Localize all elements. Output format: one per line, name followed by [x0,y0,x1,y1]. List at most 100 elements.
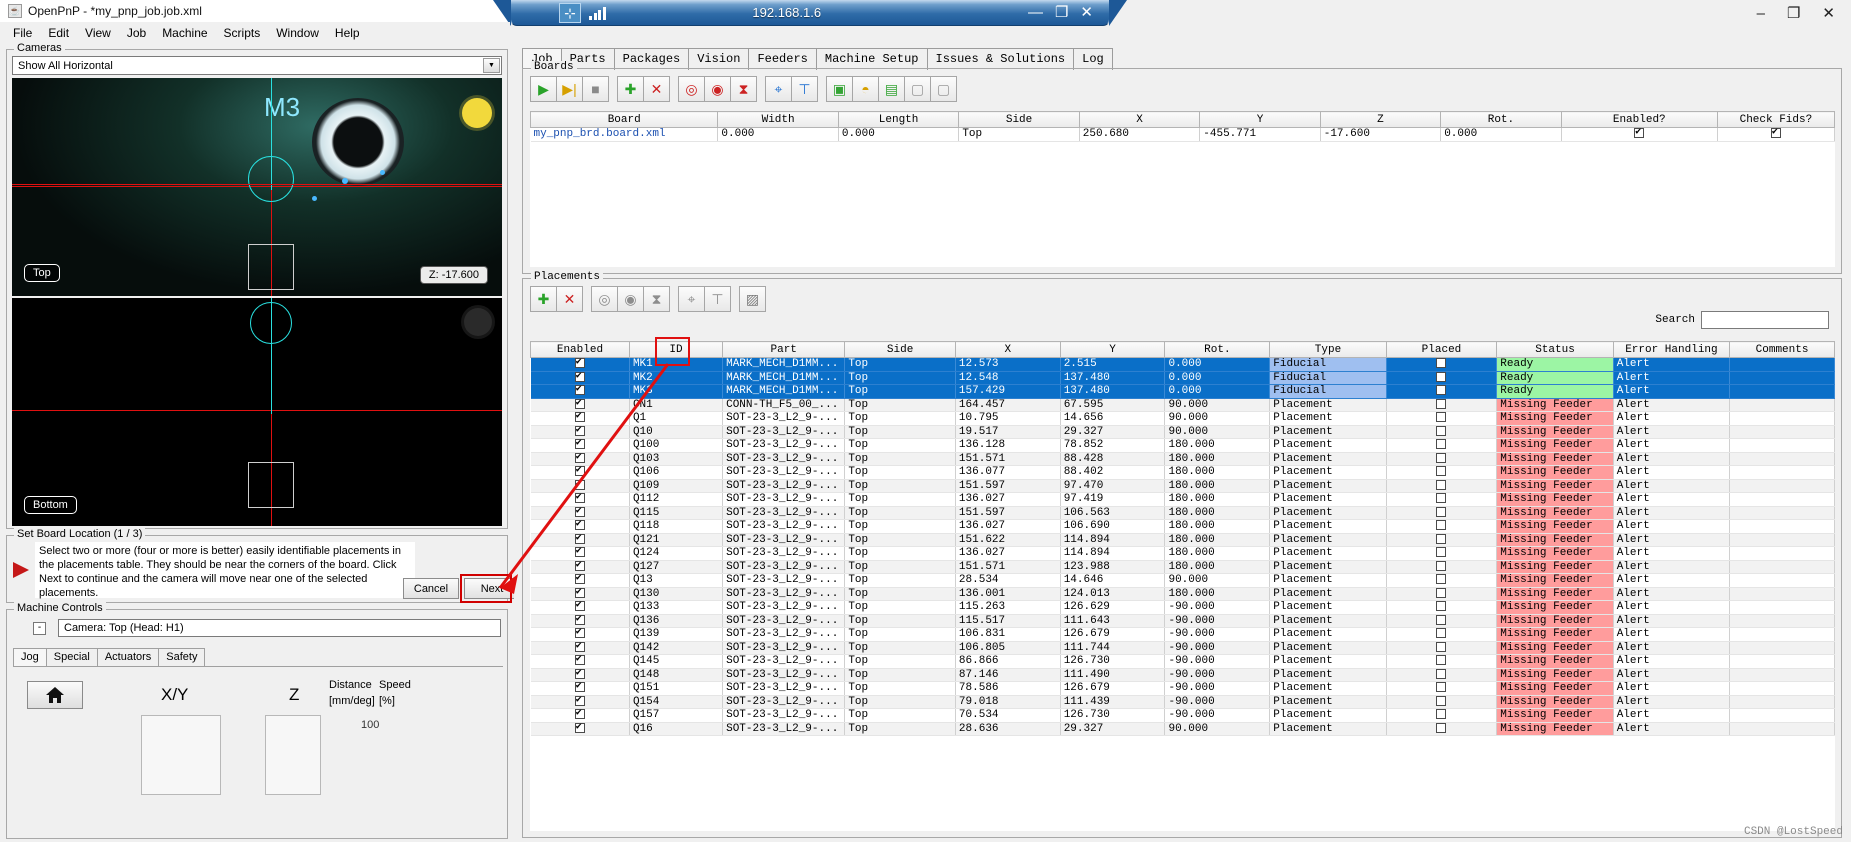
camera-view-selector[interactable]: Show All Horizontal ▼ [12,56,502,75]
placement-placed-checkbox[interactable] [1386,425,1498,439]
checkbox-unchecked-icon[interactable] [1436,722,1447,733]
placement-side-cell[interactable]: Top [844,384,956,399]
placement-part-cell[interactable]: SOT-23-3_L2_9-... [722,533,846,547]
placement-side-cell[interactable]: Top [844,519,956,534]
placement-id-cell[interactable]: Q145 [629,654,724,669]
column-header-id[interactable]: ID [628,341,724,358]
checkbox-checked-icon[interactable] [574,506,585,517]
tab-actuators[interactable]: Actuators [96,648,160,666]
placement-enabled-checkbox[interactable] [530,425,630,439]
placement-y-cell[interactable]: 2.515 [1060,357,1166,372]
placement-rot-cell[interactable]: 180.000 [1164,438,1271,453]
placement-id-cell[interactable]: Q109 [629,479,724,493]
checkbox-checked-icon[interactable] [574,547,585,558]
edit-placement-button[interactable]: ▨ [739,286,766,312]
checkbox-unchecked-icon[interactable] [1436,547,1447,558]
placement-enabled-checkbox[interactable] [530,452,630,466]
placement-side-cell[interactable]: Top [844,533,956,547]
placement-enabled-checkbox[interactable] [530,695,630,709]
placement-enabled-checkbox[interactable] [530,641,630,655]
placement-x-cell[interactable]: 164.457 [955,398,1061,412]
checkbox-unchecked-icon[interactable] [1436,533,1447,544]
table-row[interactable]: Q136SOT-23-3_L2_9-...Top115.517111.643-9… [530,614,1835,628]
checkbox-checked-icon[interactable] [574,533,585,544]
placement-enabled-checkbox[interactable] [530,546,630,561]
placement-placed-checkbox[interactable] [1386,614,1498,628]
placement-error-handling-cell[interactable]: Alert [1613,492,1731,507]
placement-id-cell[interactable]: Q136 [629,614,724,628]
board-name-cell[interactable]: my_pnp_brd.board.xml [530,127,719,142]
placement-error-handling-cell[interactable]: Alert [1613,357,1731,372]
board-length-cell[interactable]: 0.000 [838,127,960,142]
move-tool-to-placement-button[interactable]: ⊤ [704,286,731,312]
placement-rot-cell[interactable]: 180.000 [1164,546,1271,561]
placement-rot-cell[interactable]: -90.000 [1164,627,1271,642]
board-y-cell[interactable]: -455.771 [1199,127,1321,142]
placement-error-handling-cell[interactable]: Alert [1613,479,1731,493]
checkbox-checked-icon[interactable] [574,439,585,450]
tab-machine-setup[interactable]: Machine Setup [815,48,928,70]
placement-type-cell[interactable]: Placement [1269,479,1387,493]
table-row[interactable]: Q145SOT-23-3_L2_9-...Top86.866126.730-90… [530,654,1835,669]
placement-comment-cell[interactable] [1729,452,1835,466]
placement-placed-checkbox[interactable] [1386,371,1498,385]
table-row[interactable]: Q148SOT-23-3_L2_9-...Top87.146111.490-90… [530,668,1835,682]
capture-nozzle-location-button[interactable]: ⧗ [643,286,670,312]
placement-placed-checkbox[interactable] [1386,438,1498,453]
placement-rot-cell[interactable]: 180.000 [1164,533,1271,547]
checkbox-checked-icon[interactable] [574,587,585,598]
placement-part-cell[interactable]: SOT-23-3_L2_9-... [722,465,846,480]
placement-side-cell[interactable]: Top [844,573,956,588]
placement-placed-checkbox[interactable] [1386,519,1498,534]
column-header-comments[interactable]: Comments [1729,341,1835,358]
column-header-rot[interactable]: Rot. [1164,341,1271,358]
placement-rot-cell[interactable]: -90.000 [1164,614,1271,628]
placement-part-cell[interactable]: SOT-23-3_L2_9-... [722,695,846,709]
tab-feeders[interactable]: Feeders [748,48,817,70]
placement-y-cell[interactable]: 67.595 [1060,398,1166,412]
placement-x-cell[interactable]: 151.597 [955,506,1061,520]
placement-error-handling-cell[interactable]: Alert [1613,519,1731,534]
placement-type-cell[interactable]: Placement [1269,722,1387,736]
placement-part-cell[interactable]: SOT-23-3_L2_9-... [722,546,846,561]
placement-error-handling-cell[interactable]: Alert [1613,452,1731,466]
column-header-side[interactable]: Side [844,341,956,358]
column-header-y[interactable]: Y [1059,341,1166,358]
placement-rot-cell[interactable]: 90.000 [1164,573,1271,588]
placement-comment-cell[interactable] [1729,479,1835,493]
placement-id-cell[interactable]: Q127 [629,560,724,574]
placement-y-cell[interactable]: 111.744 [1060,641,1166,655]
placement-part-cell[interactable]: SOT-23-3_L2_9-... [722,492,846,507]
placement-side-cell[interactable]: Top [844,641,956,655]
placement-error-handling-cell[interactable]: Alert [1613,722,1731,736]
placement-enabled-checkbox[interactable] [530,681,630,696]
placement-comment-cell[interactable] [1729,560,1835,574]
panelize-fiducial-check-button[interactable]: ▢ [904,76,931,102]
placement-type-cell[interactable]: Fiducial [1269,357,1387,372]
checkbox-checked-icon[interactable] [574,668,585,679]
table-row[interactable]: Q130SOT-23-3_L2_9-...Top136.001124.01318… [530,587,1835,601]
placement-error-handling-cell[interactable]: Alert [1613,695,1731,709]
checkbox-unchecked-icon[interactable] [1436,695,1447,706]
table-row[interactable]: Q106SOT-23-3_L2_9-...Top136.07788.402180… [530,465,1835,480]
placement-part-cell[interactable]: SOT-23-3_L2_9-... [722,614,846,628]
camera-head-selector[interactable]: Camera: Top (Head: H1) [58,619,501,637]
placement-x-cell[interactable]: 136.027 [955,546,1061,561]
placement-comment-cell[interactable] [1729,492,1835,507]
checkbox-unchecked-icon[interactable] [1436,560,1447,571]
placement-type-cell[interactable]: Placement [1269,560,1387,574]
checkbox-checked-icon[interactable] [574,560,585,571]
column-header-x[interactable]: X [1078,111,1201,128]
placement-side-cell[interactable]: Top [844,452,956,466]
checkbox-checked-icon[interactable] [574,641,585,652]
placement-y-cell[interactable]: 88.428 [1060,452,1166,466]
boards-table[interactable]: Board Width Length Side X Y Z Rot. Enabled? Check… [530,111,1835,267]
window-minimize-button[interactable]: – [1757,5,1765,22]
placement-error-handling-cell[interactable]: Alert [1613,600,1731,615]
placement-rot-cell[interactable]: -90.000 [1164,654,1271,669]
placement-error-handling-cell[interactable]: Alert [1613,573,1731,588]
placement-rot-cell[interactable]: -90.000 [1164,600,1271,615]
placement-x-cell[interactable]: 157.429 [955,384,1061,399]
table-row[interactable]: Q124SOT-23-3_L2_9-...Top136.027114.89418… [530,546,1835,561]
placement-x-cell[interactable]: 12.548 [955,371,1061,385]
